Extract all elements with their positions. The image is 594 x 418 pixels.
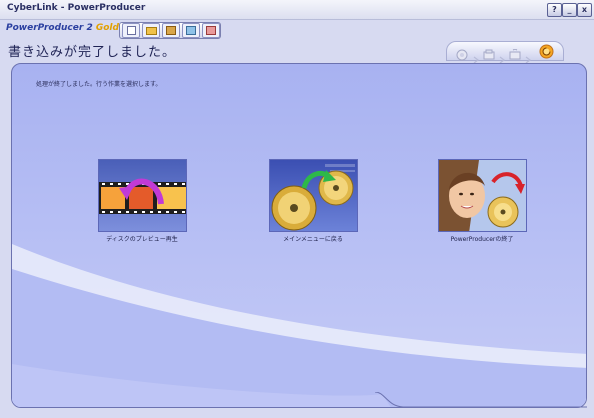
main-panel: 処理が終了しました。行う作業を選択します。 ディスクのプレビュー再生 メインメニ… [11,63,587,408]
save-project-button[interactable] [162,23,180,38]
help-button[interactable]: ? [547,3,562,17]
step-menu-icon[interactable] [509,46,521,60]
logo-name: PowerProducer [6,23,84,33]
title-bar: CyberLink - PowerProducer ? _ x [0,0,594,20]
film-reel-arrow-icon[interactable] [97,159,187,232]
woman-disc-icon[interactable] [437,159,527,232]
new-project-button[interactable] [122,23,140,38]
instruction-text: 処理が終了しました。行う作業を選択します。 [36,81,162,88]
app-window: CyberLink - PowerProducer ? _ x PowerPro… [0,0,594,418]
minimize-button[interactable]: _ [562,3,577,17]
disc-tool-icon [206,26,216,35]
step-burn-icon[interactable] [539,44,554,59]
toolbar: PowerProducer 2 Gold [0,20,594,64]
new-document-icon [127,26,136,35]
logo-edition: Gold [95,23,119,33]
disc-utilities-button[interactable] [202,23,220,38]
step-edit-icon[interactable] [483,46,495,60]
main-menu-label[interactable]: メインメニューに戻る [248,234,378,243]
open-project-button[interactable] [142,23,160,38]
toolbar-buttons [119,22,221,39]
exit-option[interactable]: PowerProducerの終了 [417,159,547,243]
settings-icon [186,26,196,35]
disc-arrow-icon[interactable] [268,159,358,232]
exit-label[interactable]: PowerProducerの終了 [417,234,547,243]
main-menu-option[interactable]: メインメニューに戻る [248,159,378,243]
close-button[interactable]: x [577,3,592,17]
preview-disc-label[interactable]: ディスクのプレビュー再生 [77,234,207,243]
panel-bottom-tab [375,392,587,408]
burn-settings-button[interactable] [182,23,200,38]
save-icon [166,26,176,35]
logo-version: 2 [86,23,93,33]
step-start-icon[interactable] [456,46,468,61]
step-navigator [446,41,564,64]
folder-icon [146,27,157,35]
preview-disc-option[interactable]: ディスクのプレビュー再生 [77,159,207,243]
page-title: 書き込みが完了しました。 [8,45,177,60]
window-title: CyberLink - PowerProducer [7,3,146,13]
step-arrow-icon [525,49,537,64]
app-logo: PowerProducer 2 Gold [6,23,119,33]
